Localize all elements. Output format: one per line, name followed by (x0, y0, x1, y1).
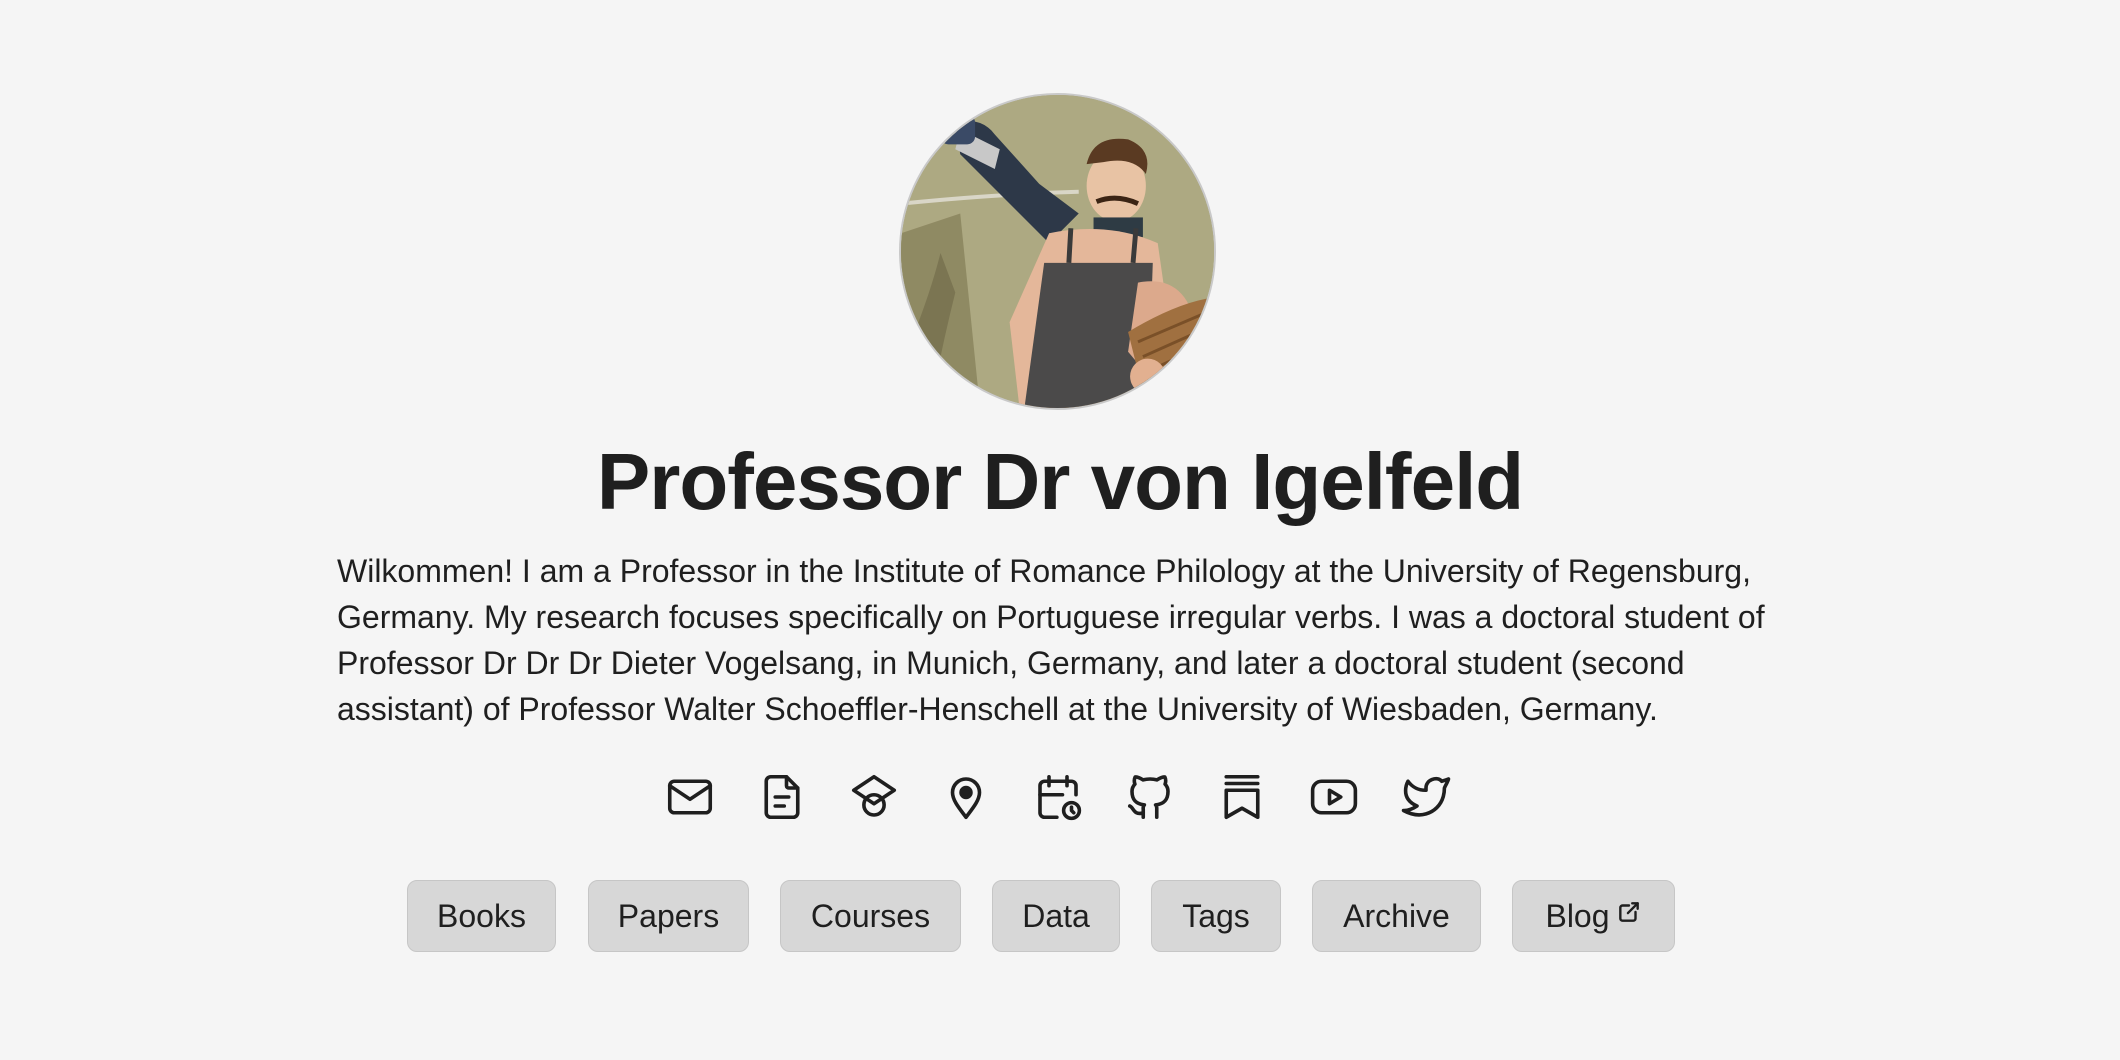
papers-label: Papers (617, 898, 720, 934)
calendar-icon[interactable] (1031, 770, 1085, 824)
github-icon[interactable] (1123, 770, 1177, 824)
nav-buttons: Books Papers Courses Data Tags Archive B… (0, 880, 2120, 954)
youtube-icon[interactable] (1307, 770, 1361, 824)
courses-label: Courses (810, 898, 931, 934)
blog-button[interactable]: Blog (1512, 880, 1675, 952)
tags-label: Tags (1182, 898, 1250, 934)
bio-text: Wilkommen! I am a Professor in the Insti… (337, 553, 1765, 727)
twitter-icon[interactable] (1399, 770, 1453, 824)
books-label: Books (437, 898, 526, 934)
papers-button[interactable]: Papers (588, 880, 749, 952)
external-link-icon (1618, 902, 1639, 922)
avatar (899, 93, 1216, 410)
email-icon[interactable] (663, 770, 717, 824)
archive-button[interactable]: Archive (1312, 880, 1481, 952)
location-pin-icon[interactable] (939, 770, 993, 824)
tags-button[interactable]: Tags (1151, 880, 1281, 952)
archive-label: Archive (1343, 898, 1450, 934)
graduation-cap-icon[interactable] (847, 770, 901, 824)
data-button[interactable]: Data (992, 880, 1120, 952)
courses-button[interactable]: Courses (780, 880, 961, 952)
profile-page: Professor Dr von Igelfeld Wilkommen! I a… (0, 0, 2120, 1060)
cv-document-icon[interactable] (755, 770, 809, 824)
books-button[interactable]: Books (407, 880, 556, 952)
page-title: Professor Dr von Igelfeld (596, 437, 1524, 526)
social-icons (0, 770, 2120, 830)
data-label: Data (1022, 898, 1090, 934)
blog-label: Blog (1545, 898, 1610, 934)
bookmark-stack-icon[interactable] (1215, 770, 1269, 824)
